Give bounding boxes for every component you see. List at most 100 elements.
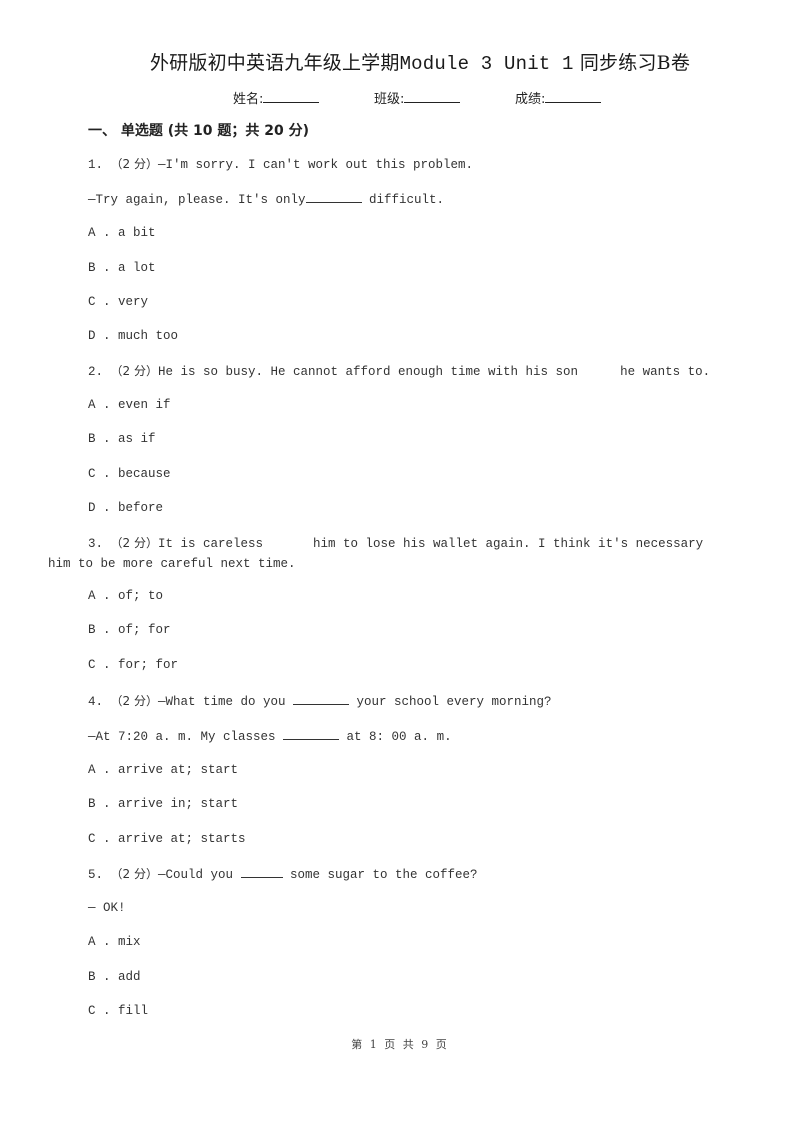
option-letter: C . [88,467,111,481]
option-text: before [118,501,164,515]
option-letter: A . [88,589,111,603]
answer-blank [240,867,283,878]
name-label: 姓名: [233,92,264,107]
option-4b: B . arrive in; start [88,797,238,811]
option-text: a lot [118,261,156,275]
question-number: 5. [88,868,104,882]
option-letter: A . [88,226,111,240]
answer-blank [293,694,350,705]
answer-blank [283,729,340,740]
option-5c: C . fill [88,1004,148,1018]
title-module: Module 3 Unit 1 [399,53,574,75]
score-blank [545,90,602,103]
option-letter: B . [88,797,111,811]
page-footer: 第 1 页 共 9 页 [351,1038,449,1051]
question-score: （2 分） [110,157,158,171]
question-number: 4. [88,695,104,709]
option-3c: C . for; for [88,658,178,672]
option-text: of; to [118,589,164,603]
option-text: arrive at; starts [118,832,246,846]
option-2a: A . even if [88,398,171,412]
option-text: of; for [118,623,171,637]
option-letter: A . [88,398,111,412]
score-field: 成绩: [515,88,602,107]
question-stem: him to lose his wallet again. I think it… [313,537,704,551]
option-letter: A . [88,935,111,949]
option-text: because [118,467,171,481]
option-text: mix [118,935,141,949]
option-text: much too [118,329,179,343]
option-letter: C . [88,658,111,672]
class-field: 班级: [374,88,461,107]
option-letter: B . [88,623,111,637]
question-stem: —Could you [157,868,241,882]
option-3b: B . of; for [88,623,171,637]
question-stem: It is careless [157,537,264,551]
title-prefix: 外研版初中英语九年级上学期 [149,52,400,74]
option-letter: B . [88,261,111,275]
option-letter: A . [88,763,111,777]
question-4-line2: —At 7:20 a. m. My classes at 8: 00 a. m. [88,729,452,744]
question-number: 1. [88,158,104,172]
option-2d: D . before [88,501,163,515]
document-title: 外研版初中英语九年级上学期Module 3 Unit 1 同步练习B卷 [0,48,800,75]
class-label: 班级: [374,92,405,107]
question-score: （2 分） [110,867,158,881]
stem-text: difficult. [361,193,445,207]
option-text: even if [118,398,171,412]
option-5a: A . mix [88,935,141,949]
option-1d: D . much too [88,329,178,343]
question-stem: —I'm sorry. I can't work out this proble… [157,158,474,172]
question-5: 5. （2 分）—Could you some sugar to the cof… [88,865,478,882]
question-number: 2. [88,365,104,379]
question-score: （2 分） [110,694,158,708]
stem-text: —Try again, please. It's only [88,193,306,207]
question-2: 2. （2 分）He is so busy. He cannot afford … [88,362,710,379]
question-1: 1. （2 分）—I'm sorry. I can't work out thi… [88,155,473,172]
option-letter: C . [88,295,111,309]
option-3a: A . of; to [88,589,163,603]
option-1b: B . a lot [88,261,156,275]
question-1-line2: —Try again, please. It's only difficult. [88,192,444,207]
option-letter: D . [88,501,111,515]
question-3: 3. （2 分）It is careless him to lose his wa… [88,534,703,551]
option-4c: C . arrive at; starts [88,832,246,846]
section-heading: 一、 单选题 (共 10 题；共 20 分) [88,123,310,139]
option-5b: B . add [88,970,141,984]
option-2b: B . as if [88,432,156,446]
option-2c: C . because [88,467,171,481]
question-stem: he wants to. [620,365,711,379]
option-1a: A . a bit [88,226,156,240]
question-stem: some sugar to the coffee? [282,868,478,882]
question-stem: at 8: 00 a. m. [339,730,452,744]
option-1c: C . very [88,295,148,309]
question-stem: He is so busy. He cannot afford enough t… [157,365,579,379]
question-stem: —At 7:20 a. m. My classes [88,730,284,744]
option-text: for; for [118,658,179,672]
option-letter: B . [88,970,111,984]
option-text: a bit [118,226,156,240]
option-letter: D . [88,329,111,343]
question-4: 4. （2 分）—What time do you your school ev… [88,692,552,709]
question-score: （2 分） [110,364,158,378]
option-letter: B . [88,432,111,446]
class-blank [404,90,461,103]
name-blank [263,90,320,103]
question-stem: — OK! [88,901,126,915]
option-text: arrive at; start [118,763,239,777]
option-text: add [118,970,141,984]
question-stem: your school every morning? [349,695,552,709]
option-text: very [118,295,149,309]
question-stem: —What time do you [157,695,294,709]
question-score: （2 分） [110,536,158,550]
option-4a: A . arrive at; start [88,763,238,777]
title-suffix: 同步练习B卷 [579,52,691,74]
question-3-line2: him to be more careful next time. [48,557,296,571]
name-field: 姓名: [233,88,320,107]
option-letter: C . [88,1004,111,1018]
question-5-line2: — OK! [88,901,126,915]
option-letter: C . [88,832,111,846]
option-text: fill [118,1004,149,1018]
option-text: as if [118,432,156,446]
option-text: arrive in; start [118,797,239,811]
